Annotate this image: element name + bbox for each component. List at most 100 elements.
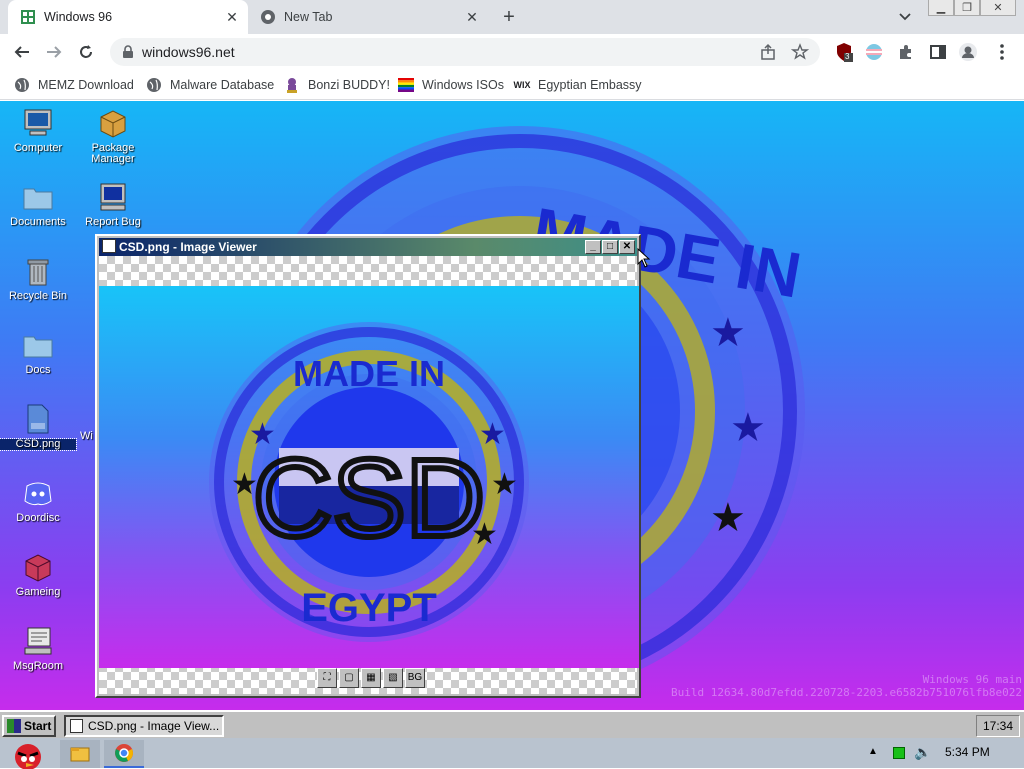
svg-text:★: ★	[231, 468, 258, 501]
desktop-icon-msgroom[interactable]: MsgRoom	[0, 625, 76, 672]
seal-center-text: CSD	[253, 437, 485, 560]
chrome-icon	[260, 9, 276, 25]
package-box-icon	[97, 107, 129, 139]
tab-new-tab[interactable]: New Tab ✕	[252, 0, 488, 34]
bookmark-memz[interactable]: MEMZ Download	[14, 76, 134, 94]
bookmarks-bar: MEMZ Download Malware Database Bonzi BUD…	[0, 70, 1024, 100]
folder-icon	[22, 329, 54, 361]
close-tab-icon[interactable]: ✕	[224, 9, 240, 25]
desktop-icon-package-manager[interactable]: Package Manager	[75, 107, 151, 165]
bookmark-label: Windows ISOs	[422, 78, 504, 92]
bookmark-label: Malware Database	[170, 78, 275, 92]
share-icon[interactable]	[758, 42, 778, 62]
close-window-button[interactable]: ✕	[980, 0, 1016, 16]
pride-extension-icon[interactable]	[864, 42, 884, 62]
tab-search-chevron-icon[interactable]	[896, 9, 914, 25]
tray-app-icon[interactable]	[893, 747, 905, 759]
arrow-right-icon	[47, 46, 62, 58]
actual-size-button[interactable]: ▢	[339, 668, 359, 688]
bookmark-star-icon[interactable]	[790, 42, 810, 62]
svg-text:★: ★	[710, 496, 746, 540]
image-viewer-app-icon	[102, 239, 116, 253]
desktop-icon-computer[interactable]: Computer	[0, 107, 76, 154]
game-cube-icon	[22, 551, 54, 583]
tab-title: Windows 96	[44, 10, 113, 24]
rainbow-flag-icon	[398, 77, 414, 93]
viewer-toolbar: ⛶ ▢ ▦ ▧ BG	[317, 668, 425, 690]
computer-terminal-icon	[97, 181, 129, 213]
bookmark-malware-database[interactable]: Malware Database	[146, 76, 274, 94]
seal-top-text: MADE IN	[293, 353, 445, 394]
window-title-bar[interactable]: CSD.png - Image Viewer _ □ ✕	[99, 238, 637, 256]
tab-windows96[interactable]: Windows 96 ✕	[8, 0, 248, 34]
minimize-window-button[interactable]: ▁	[928, 0, 954, 16]
desktop-icon-csd-png[interactable]: CSD.png	[0, 403, 77, 451]
angry-bird-start-icon[interactable]	[2, 740, 50, 769]
bookmark-egyptian-embassy[interactable]: WIX Egyptian Embassy	[514, 76, 642, 94]
desktop-icon-recycle-bin[interactable]: Recycle Bin	[0, 255, 76, 302]
background-toggle-button[interactable]: BG	[405, 668, 425, 688]
windows96-favicon-icon	[20, 9, 36, 25]
checker-light-button[interactable]: ▧	[383, 668, 403, 688]
maximize-button[interactable]: □	[602, 240, 618, 254]
wix-icon: WIX	[513, 80, 531, 90]
desktop-icon-gameing[interactable]: Gameing	[0, 551, 76, 598]
computer-icon	[22, 107, 54, 139]
recycle-bin-icon	[22, 255, 54, 287]
restore-window-button[interactable]: ❐	[954, 0, 980, 16]
desktop-icon-documents[interactable]: Documents	[0, 181, 76, 228]
forward-button[interactable]	[42, 40, 66, 64]
svg-text:★: ★	[710, 311, 746, 355]
start-logo-icon	[7, 719, 21, 733]
checker-dark-button[interactable]: ▦	[361, 668, 381, 688]
host-taskbar: ▲ 🔈 5:34 PM	[0, 738, 1024, 769]
back-button[interactable]	[10, 40, 34, 64]
arrow-left-icon	[14, 46, 29, 58]
close-button[interactable]: ✕	[619, 240, 635, 254]
seal-bottom-text: EGYPT	[301, 586, 437, 630]
desktop-icon-doordisc[interactable]: Doordisc	[0, 477, 76, 524]
kebab-menu-icon[interactable]	[992, 42, 1012, 62]
start-button[interactable]: Start	[2, 715, 56, 737]
side-panel-icon[interactable]	[928, 42, 948, 62]
globe-icon	[146, 77, 162, 93]
bookmark-label: MEMZ Download	[38, 78, 134, 92]
svg-text:★: ★	[730, 406, 766, 450]
icon-label: Docs	[25, 364, 51, 376]
icon-label: Doordisc	[16, 512, 60, 524]
displayed-image[interactable]: MADE IN CSD EGYPT ★ ★ ★ ★ ★	[99, 286, 639, 668]
svg-text:★: ★	[471, 518, 498, 551]
globe-icon	[14, 77, 30, 93]
profile-avatar-icon[interactable]	[958, 42, 978, 62]
image-viewer-app-icon	[70, 719, 83, 733]
extensions-puzzle-icon[interactable]	[896, 42, 916, 62]
build-watermark: Windows 96 main Build 12634.80d7efdd.220…	[671, 673, 1022, 699]
fit-to-window-button[interactable]: ⛶	[317, 668, 337, 688]
bookmark-bonzi-buddy[interactable]: Bonzi BUDDY!	[284, 76, 390, 94]
minimize-button[interactable]: _	[585, 240, 601, 254]
desktop-icon-report-bug[interactable]: Report Bug	[75, 181, 151, 228]
svg-text:★: ★	[479, 418, 506, 451]
image-viewer-window[interactable]: CSD.png - Image Viewer _ □ ✕ MADE IN CSD…	[95, 234, 641, 698]
file-explorer-taskbar-icon[interactable]	[60, 740, 100, 768]
discord-icon	[22, 477, 54, 509]
chrome-taskbar-icon[interactable]	[104, 740, 144, 768]
bookmark-label: Bonzi BUDDY!	[308, 78, 390, 92]
desktop-icon-docs[interactable]: Docs	[0, 329, 76, 376]
tab-title: New Tab	[284, 10, 333, 24]
address-bar[interactable]: windows96.net	[110, 38, 820, 66]
close-tab-icon[interactable]: ✕	[464, 9, 480, 25]
tray-overflow-chevron-icon[interactable]: ▲	[868, 746, 878, 757]
lock-icon[interactable]	[122, 45, 134, 64]
taskbar-window-button[interactable]: CSD.png - Image View...	[64, 715, 224, 737]
ublock-extension-icon[interactable]: 3	[834, 42, 854, 62]
icon-label: CSD.png	[0, 438, 77, 451]
bookmark-windows-isos[interactable]: Windows ISOs	[398, 76, 504, 94]
system-clock[interactable]: 5:34 PM	[945, 745, 990, 759]
volume-icon[interactable]: 🔈	[914, 744, 931, 761]
icon-label: Package Manager	[91, 142, 135, 165]
new-tab-button[interactable]: +	[498, 7, 520, 29]
tab-strip: Windows 96 ✕ New Tab ✕ + ▁ ❐ ✕	[0, 0, 1024, 34]
icon-label: MsgRoom	[12, 660, 64, 672]
reload-button[interactable]	[74, 40, 98, 64]
